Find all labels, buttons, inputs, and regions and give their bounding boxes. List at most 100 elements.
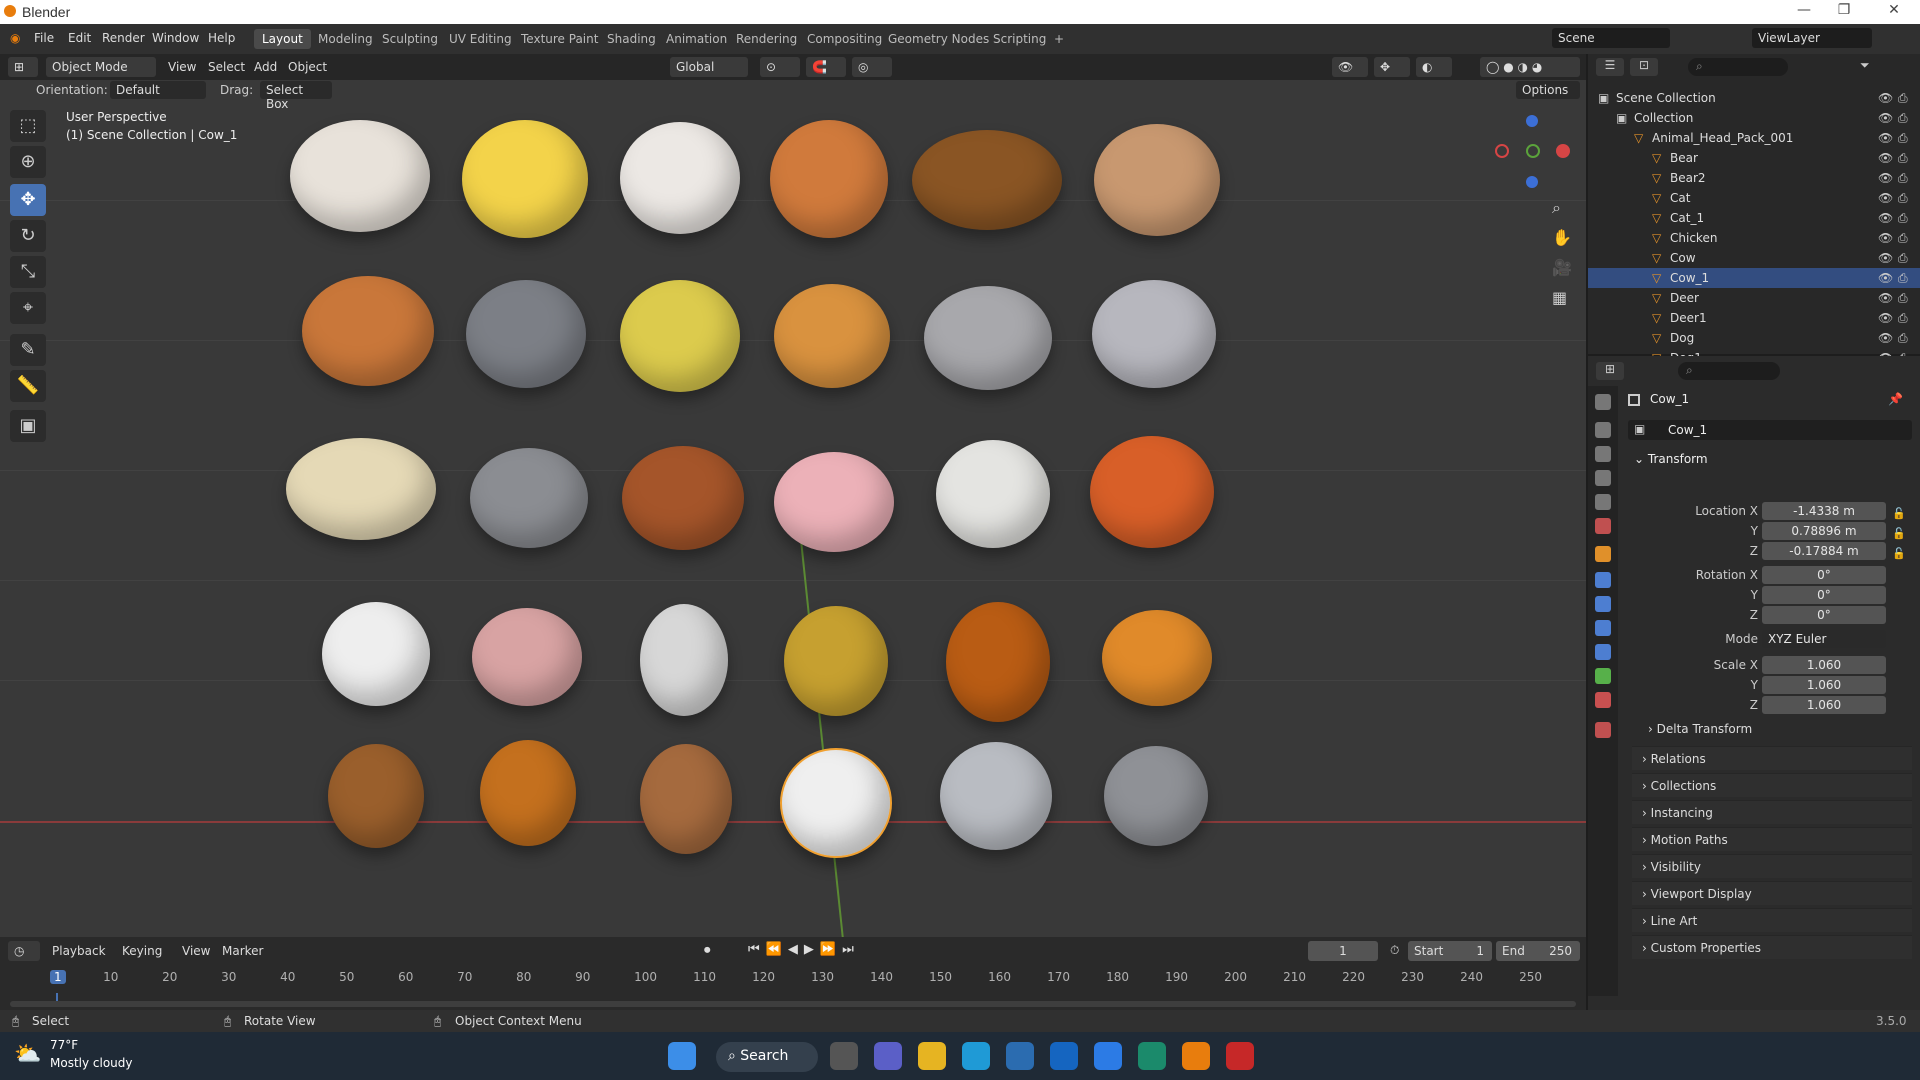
tab-modeling[interactable]: Modeling <box>310 29 381 49</box>
viewport-display-panel[interactable]: › Viewport Display <box>1632 881 1912 905</box>
visibility-eye-icon[interactable]: 👁 <box>1878 231 1893 245</box>
puppy-head[interactable] <box>286 438 436 540</box>
visibility-eye-icon[interactable]: 👁 <box>1878 111 1893 125</box>
tab-geometry-nodes[interactable]: Geometry Nodes <box>880 29 997 49</box>
visibility-eye-icon[interactable]: 👁 <box>1878 191 1893 205</box>
start-button-icon[interactable] <box>668 1042 696 1070</box>
tab-rendering[interactable]: Rendering <box>728 29 805 49</box>
fennec-head[interactable] <box>480 740 576 846</box>
output-tab-icon[interactable] <box>1595 446 1611 462</box>
pig-head[interactable] <box>774 452 894 552</box>
task-view-icon[interactable] <box>830 1042 858 1070</box>
maximize-button[interactable]: ❐ <box>1824 2 1864 22</box>
render-camera-icon[interactable]: ⎙ <box>1898 311 1908 326</box>
monkey-head[interactable] <box>912 130 1062 230</box>
scale-z-field[interactable]: 1.060 <box>1762 696 1886 714</box>
scale-x-field[interactable]: 1.060 <box>1762 656 1886 674</box>
cow-1-head-selected[interactable] <box>780 748 892 858</box>
data-tab-icon[interactable] <box>1595 668 1611 684</box>
menu-select[interactable]: Select <box>208 60 245 74</box>
perspective-toggle-icon[interactable]: ▦ <box>1552 288 1567 307</box>
record-icon[interactable]: ⏺ <box>704 943 711 958</box>
render-tab-icon[interactable] <box>1595 422 1611 438</box>
fox-head[interactable] <box>770 120 888 238</box>
custom-properties-panel[interactable]: › Custom Properties <box>1632 935 1912 959</box>
visibility-eye-icon[interactable]: 👁 <box>1878 311 1893 325</box>
outliner-display-mode-icon[interactable]: ⊡ <box>1630 58 1658 76</box>
scene-selector[interactable]: Scene <box>1552 28 1670 48</box>
panda-head[interactable] <box>322 602 430 706</box>
transform-orientation-selector[interactable]: Global <box>670 57 748 77</box>
outliner-row[interactable]: ▣ Scene Collection 👁 ⎙ <box>1588 88 1920 108</box>
render-camera-icon[interactable]: ⎙ <box>1898 111 1908 126</box>
start-frame-field[interactable]: Start 1 <box>1408 941 1492 961</box>
visibility-eye-icon[interactable]: 👁 <box>1878 91 1893 105</box>
outliner-row[interactable]: ▽ Dog 👁 ⎙ <box>1588 328 1920 348</box>
options-button[interactable]: Options <box>1516 81 1580 99</box>
visibility-eye-icon[interactable]: 👁 <box>1878 271 1893 285</box>
outliner-row[interactable]: ▽ Cow_1 👁 ⎙ <box>1588 268 1920 288</box>
filter-icon[interactable]: ⏷ <box>1860 58 1888 76</box>
outliner-row[interactable]: ▽ Bear2 👁 ⎙ <box>1588 168 1920 188</box>
location-x-field[interactable]: -1.4338 m <box>1762 502 1886 520</box>
timeline-editor-type-icon[interactable]: ◷ <box>8 941 40 961</box>
render-camera-icon[interactable]: ⎙ <box>1898 211 1908 226</box>
dog-head[interactable] <box>1094 124 1220 236</box>
beagle-head[interactable] <box>640 744 732 854</box>
menu-add[interactable]: Add <box>254 60 277 74</box>
taskbar-search[interactable]: ⌕ Search <box>716 1042 818 1072</box>
file-explorer-icon[interactable] <box>918 1042 946 1070</box>
lock-icons[interactable]: 🔓 🔓 🔓 <box>1892 504 1906 564</box>
bear-head[interactable] <box>622 446 744 550</box>
visibility-eye-icon[interactable]: 👁 <box>1878 171 1893 185</box>
weather-icon[interactable]: ⛅ <box>14 1042 41 1067</box>
object-tab-icon[interactable] <box>1595 546 1611 562</box>
material-tab-icon[interactable] <box>1595 692 1611 708</box>
constraints-tab-icon[interactable] <box>1595 644 1611 660</box>
visibility-icon[interactable]: 👁 <box>1332 57 1368 77</box>
scale-tool-icon[interactable]: ⤡ <box>10 256 46 288</box>
instancing-panel[interactable]: › Instancing <box>1632 800 1912 824</box>
zebra-head[interactable] <box>640 604 728 716</box>
outliner-row[interactable]: ▣ Collection 👁 ⎙ <box>1588 108 1920 128</box>
outliner-row[interactable]: ▽ Cow 👁 ⎙ <box>1588 248 1920 268</box>
minimize-button[interactable]: — <box>1784 2 1824 22</box>
editor-type-icon[interactable]: ⊞ <box>8 57 38 77</box>
outliner-row[interactable]: ▽ Deer1 👁 ⎙ <box>1588 308 1920 328</box>
motion-paths-panel[interactable]: › Motion Paths <box>1632 827 1912 851</box>
visibility-eye-icon[interactable]: 👁 <box>1878 251 1893 265</box>
relations-panel[interactable]: › Relations <box>1632 746 1912 770</box>
outliner-row[interactable]: ▽ Animal_Head_Pack_001 👁 ⎙ <box>1588 128 1920 148</box>
cursor-tool-icon[interactable]: ⊕ <box>10 146 46 178</box>
menu-playback[interactable]: Playback <box>52 944 106 958</box>
cat-1-head[interactable] <box>774 284 890 388</box>
particles-tab-icon[interactable] <box>1595 596 1611 612</box>
menu-keying[interactable]: Keying <box>122 944 162 958</box>
snap-icon[interactable]: 🧲 <box>806 57 846 77</box>
moose-head[interactable] <box>784 606 888 716</box>
mode-selector[interactable]: Object Mode <box>46 57 156 77</box>
outliner-row[interactable]: ▽ Bear 👁 ⎙ <box>1588 148 1920 168</box>
pivot-icon[interactable]: ⊙ <box>760 57 800 77</box>
menu-file[interactable]: File <box>34 31 54 45</box>
chicken-head[interactable] <box>462 120 588 238</box>
end-frame-field[interactable]: End 250 <box>1496 941 1580 961</box>
fox-2-head[interactable] <box>1090 436 1214 548</box>
select-box-tool-icon[interactable]: ⬚ <box>10 110 46 142</box>
render-camera-icon[interactable]: ⎙ <box>1898 131 1908 146</box>
raccoon-2-head[interactable] <box>470 448 588 548</box>
deer-head[interactable] <box>302 276 434 386</box>
rotation-mode-selector[interactable]: XYZ Euler <box>1762 630 1886 648</box>
pan-hand-icon[interactable]: ✋ <box>1552 228 1572 247</box>
render-camera-icon[interactable]: ⎙ <box>1898 271 1908 286</box>
texture-tab-icon[interactable] <box>1595 722 1611 738</box>
app-m-icon[interactable] <box>1138 1042 1166 1070</box>
app-w-icon[interactable] <box>1094 1042 1122 1070</box>
beaver-head[interactable] <box>946 602 1050 722</box>
3d-viewport[interactable]: User Perspective (1) Scene Collection | … <box>0 80 1586 937</box>
render-camera-icon[interactable]: ⎙ <box>1898 231 1908 246</box>
proportional-edit-icon[interactable]: ◎ <box>852 57 892 77</box>
menu-timeline-view[interactable]: View <box>182 944 210 958</box>
render-camera-icon[interactable]: ⎙ <box>1898 331 1908 346</box>
tab-sculpting[interactable]: Sculpting <box>374 29 446 49</box>
